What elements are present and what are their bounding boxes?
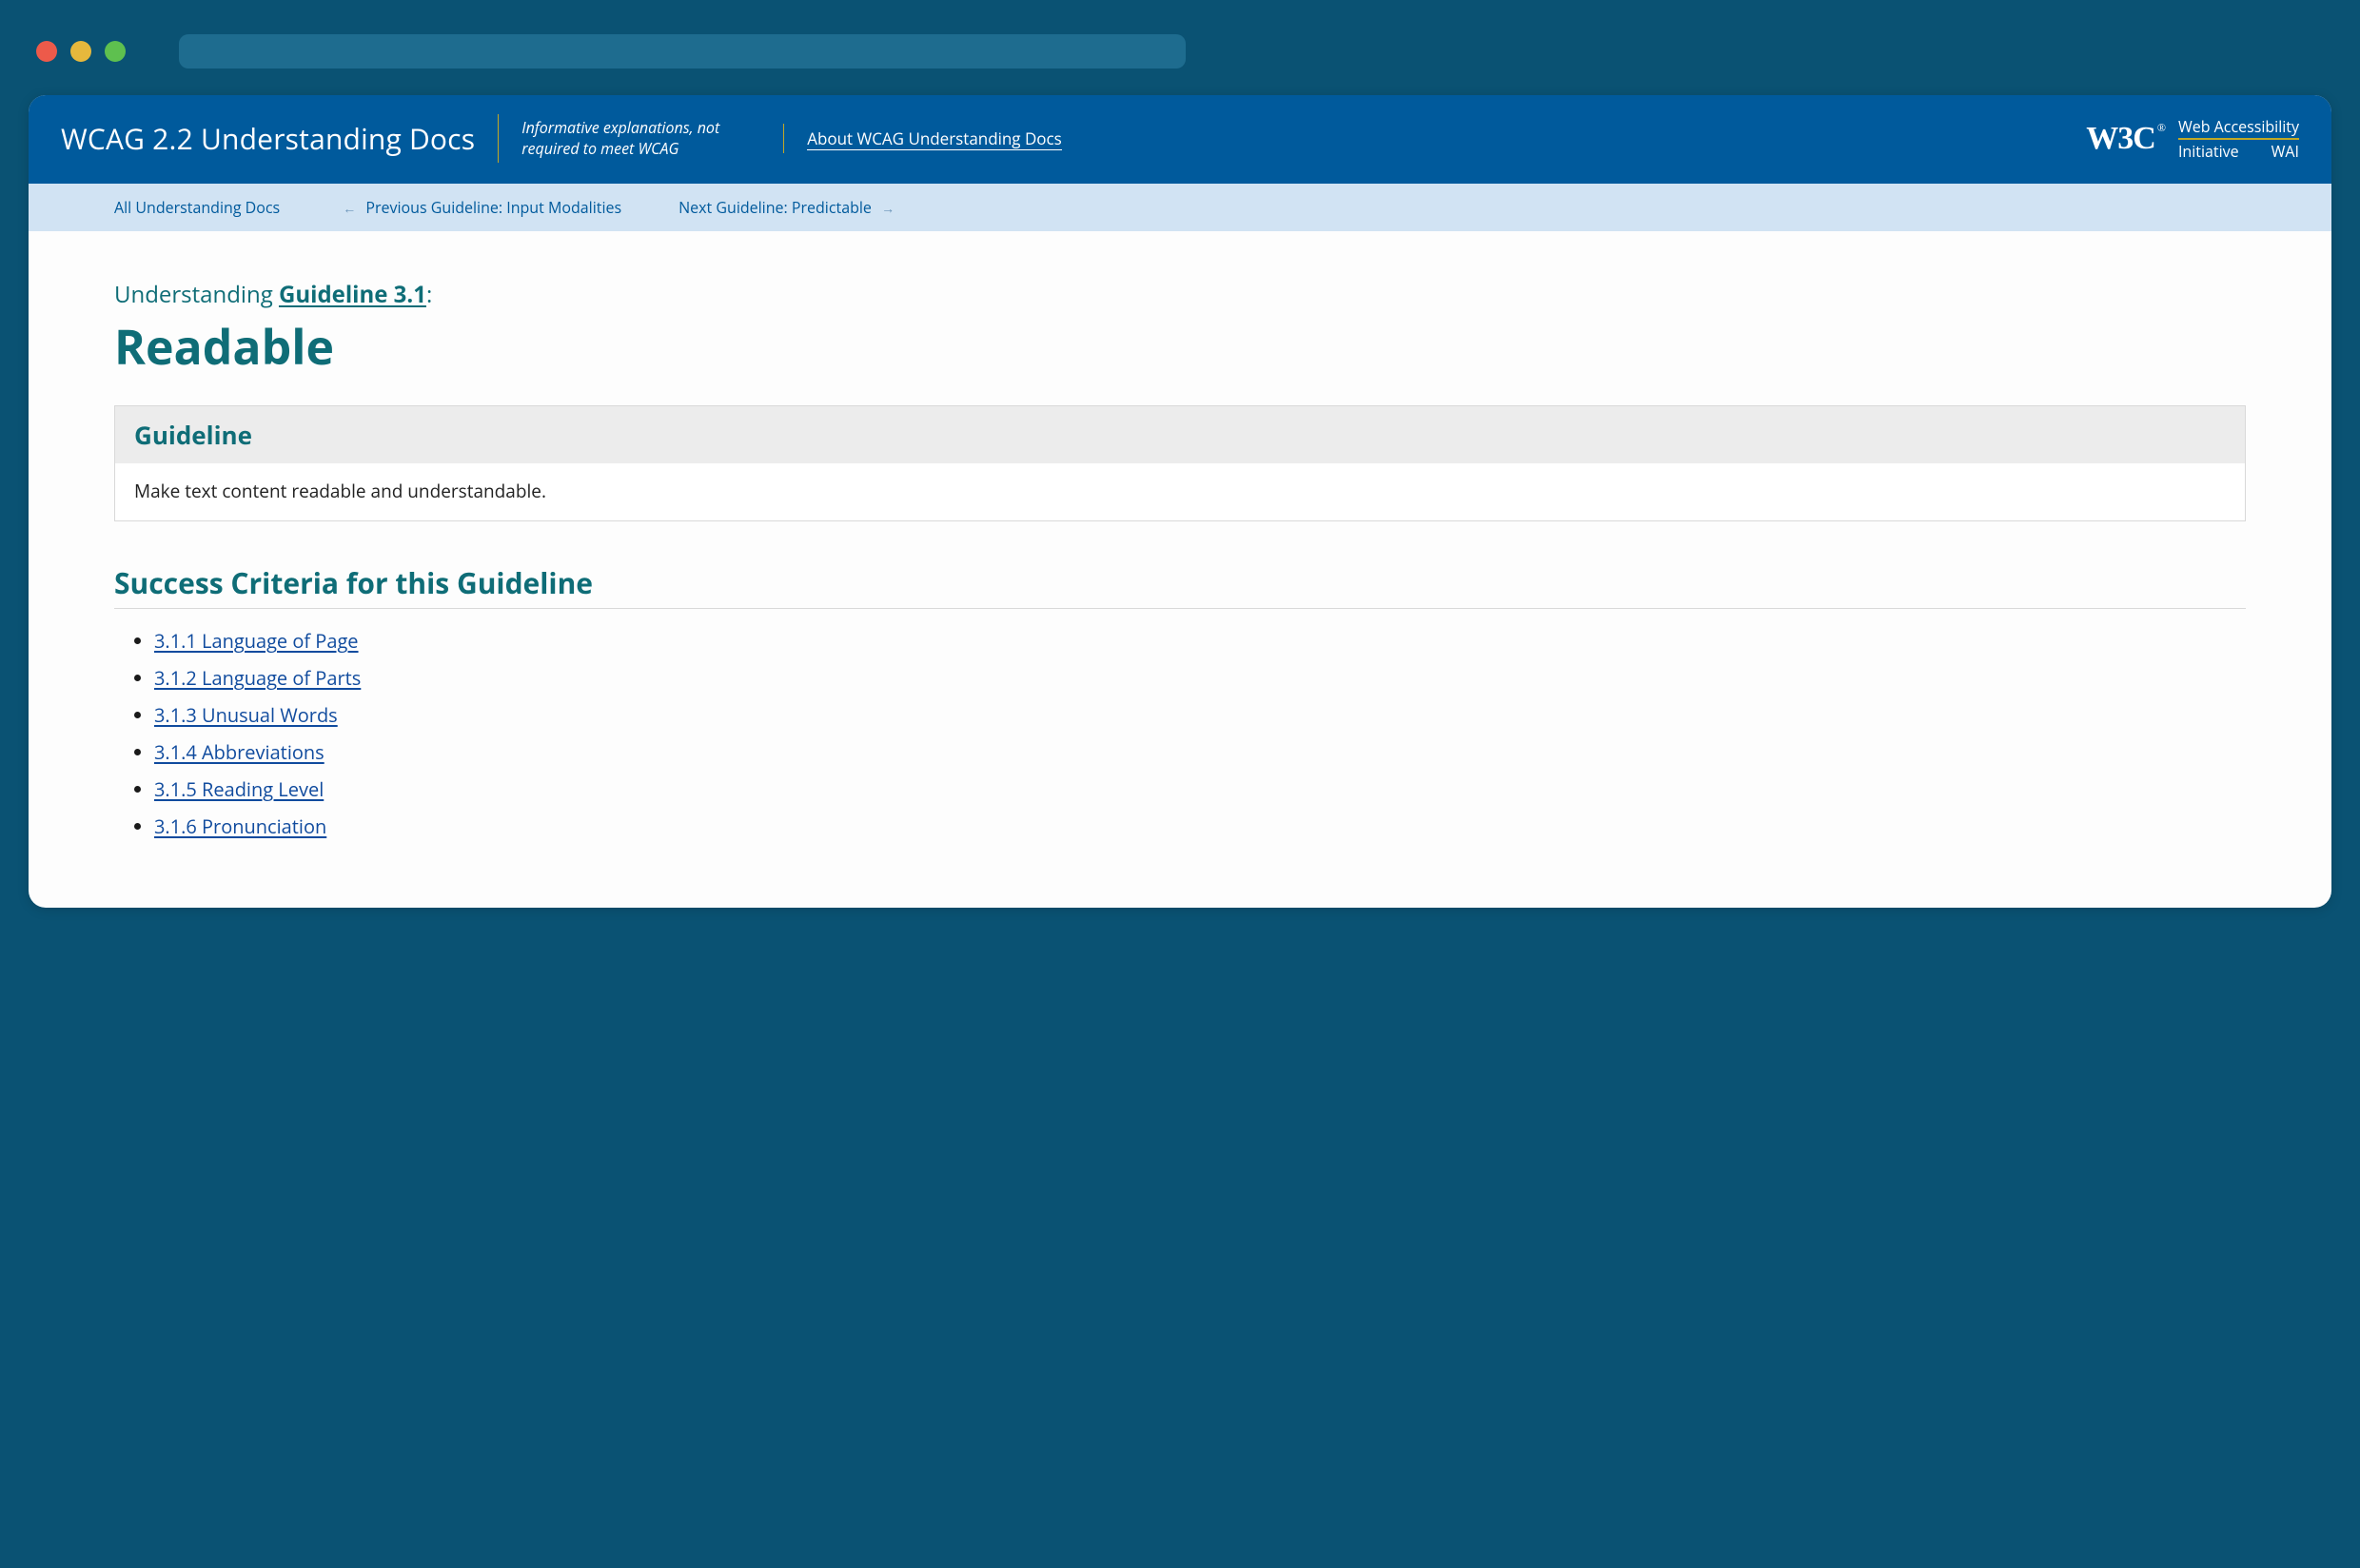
page-kicker: Understanding Guideline 3.1:	[114, 279, 2246, 310]
success-criterion-item: 3.1.3 Unusual Words	[154, 702, 2246, 728]
success-criterion-link[interactable]: 3.1.3 Unusual Words	[154, 702, 338, 728]
success-criterion-link[interactable]: 3.1.4 Abbreviations	[154, 739, 324, 765]
w3c-logo-text: W3C	[2086, 121, 2155, 157]
wai-logo-text: Web Accessibility Initiative WAI	[2178, 117, 2299, 161]
site-tagline: Informative explanations, not required t…	[498, 114, 783, 163]
page-window: WCAG 2.2 Understanding Docs Informative …	[29, 95, 2331, 908]
guideline-ref-link[interactable]: Guideline 3.1	[279, 279, 426, 310]
registered-mark: ®	[2157, 121, 2165, 135]
success-criterion-item: 3.1.2 Language of Parts	[154, 665, 2246, 691]
nav-next-guideline[interactable]: Next Guideline: Predictable	[678, 197, 872, 218]
kicker-suffix: :	[426, 279, 432, 310]
main-content: Understanding Guideline 3.1: Readable Gu…	[29, 231, 2331, 908]
wai-line2a: Initiative	[2178, 142, 2239, 161]
url-bar[interactable]	[179, 34, 1186, 69]
close-window-button[interactable]	[36, 41, 57, 62]
success-criterion-link[interactable]: 3.1.6 Pronunciation	[154, 813, 326, 839]
page-nav: All Understanding Docs ← Previous Guidel…	[29, 184, 2331, 231]
nav-all-docs[interactable]: All Understanding Docs	[114, 197, 280, 218]
w3c-wai-logo[interactable]: W3C® Web Accessibility Initiative WAI	[2086, 117, 2299, 161]
success-criterion-item: 3.1.5 Reading Level	[154, 776, 2246, 802]
about-link-cell: About WCAG Understanding Docs	[783, 124, 1085, 153]
guideline-box-heading: Guideline	[115, 406, 2245, 463]
success-criterion-item: 3.1.4 Abbreviations	[154, 739, 2246, 765]
success-criteria-list: 3.1.1 Language of Page 3.1.2 Language of …	[114, 628, 2246, 839]
success-criterion-item: 3.1.6 Pronunciation	[154, 813, 2246, 839]
wai-line2b: WAI	[2272, 142, 2299, 161]
success-criterion-link[interactable]: 3.1.1 Language of Page	[154, 628, 359, 654]
site-header: WCAG 2.2 Understanding Docs Informative …	[29, 95, 2331, 184]
nav-prev-guideline[interactable]: Previous Guideline: Input Modalities	[365, 197, 621, 218]
w3c-logo-mark: W3C®	[2086, 121, 2165, 157]
page-title: Readable	[114, 314, 2246, 379]
wai-line1: Web Accessibility	[2178, 117, 2299, 140]
arrow-left-icon: ←	[343, 200, 356, 218]
success-criterion-link[interactable]: 3.1.5 Reading Level	[154, 776, 324, 802]
kicker-prefix: Understanding	[114, 279, 279, 310]
about-understanding-link[interactable]: About WCAG Understanding Docs	[807, 127, 1062, 150]
nav-prev-wrapper: ← Previous Guideline: Input Modalities	[337, 197, 621, 218]
arrow-right-icon: →	[881, 200, 895, 218]
success-criteria-heading: Success Criteria for this Guideline	[114, 563, 2246, 609]
maximize-window-button[interactable]	[105, 41, 126, 62]
nav-next-wrapper: Next Guideline: Predictable →	[678, 197, 900, 218]
success-criterion-link[interactable]: 3.1.2 Language of Parts	[154, 665, 361, 691]
guideline-box-text: Make text content readable and understan…	[115, 463, 2245, 520]
guideline-box: Guideline Make text content readable and…	[114, 405, 2246, 521]
window-controls	[36, 41, 126, 62]
browser-chrome	[29, 29, 2331, 95]
site-title: WCAG 2.2 Understanding Docs	[61, 115, 498, 162]
success-criterion-item: 3.1.1 Language of Page	[154, 628, 2246, 654]
minimize-window-button[interactable]	[70, 41, 91, 62]
